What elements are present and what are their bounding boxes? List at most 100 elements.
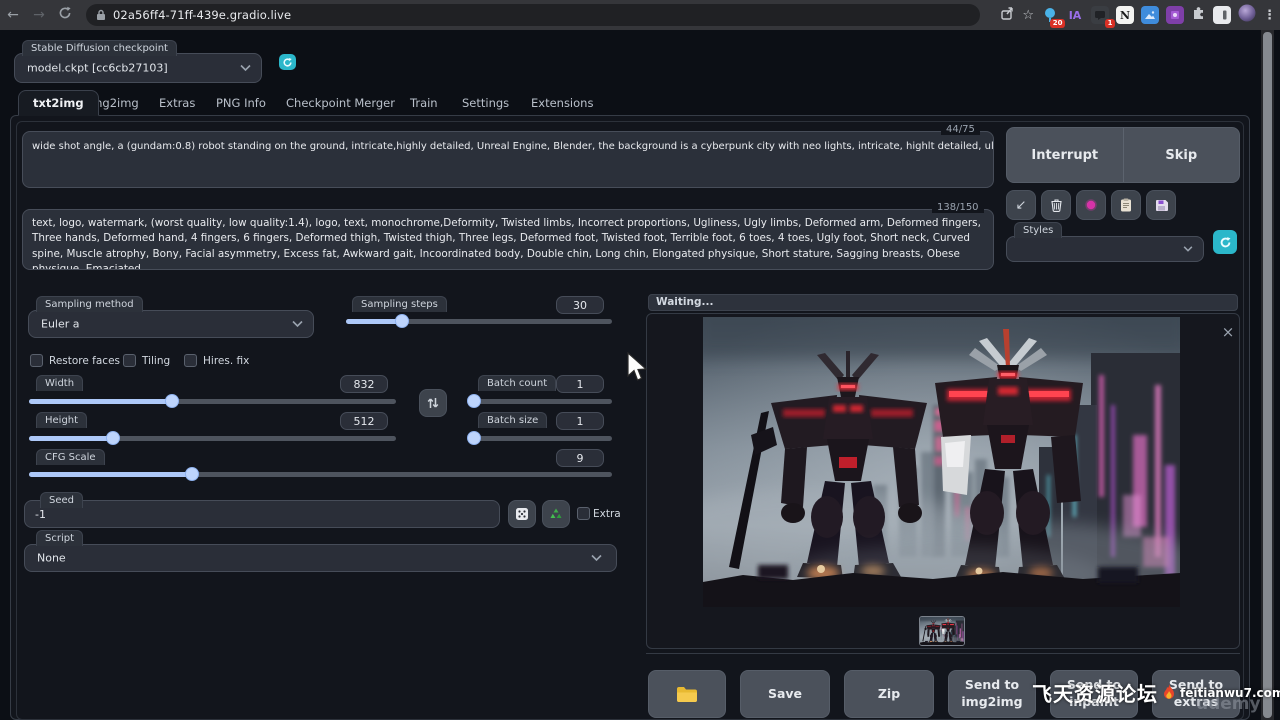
reuse-seed-button[interactable] — [542, 500, 570, 528]
height-input[interactable] — [340, 412, 388, 430]
app-window: ← → 02a56ff4-71ff-439e.gradio.live ☆ 20 … — [0, 0, 1280, 720]
sampling-method-value: Euler a — [41, 318, 80, 331]
open-folder-button[interactable] — [648, 670, 726, 718]
generated-image[interactable] — [703, 317, 1180, 607]
batch-size-label: Batch size — [478, 412, 547, 428]
ext-pin-icon[interactable]: 20 — [1041, 6, 1059, 24]
forum-watermark-url: feitianwu7.com — [1180, 686, 1280, 700]
browser-menu-icon[interactable]: ⋮ — [1263, 8, 1276, 23]
reload-glyph — [58, 6, 72, 20]
page-scrollbar[interactable] — [1263, 32, 1272, 718]
folder-icon — [676, 686, 698, 703]
batch-count-slider[interactable] — [468, 394, 612, 408]
lock-icon — [96, 9, 106, 21]
prompt-textarea[interactable]: wide shot angle, a (gundam:0.8) robot st… — [22, 131, 994, 188]
share-icon[interactable] — [1000, 6, 1015, 25]
extra-seed-label: Extra — [593, 508, 621, 520]
tab-checkpoint-merger[interactable]: Checkpoint Merger — [286, 90, 395, 116]
save-button[interactable]: Save — [740, 670, 830, 718]
styles-label: Styles — [1014, 222, 1062, 238]
refresh-icon — [1219, 236, 1232, 249]
sampling-method-label: Sampling method — [36, 296, 143, 312]
sampling-steps-input[interactable] — [556, 296, 604, 314]
tab-extensions[interactable]: Extensions — [531, 90, 593, 116]
forum-watermark-text: 飞天资源论坛 — [1032, 678, 1158, 707]
width-label: Width — [36, 375, 83, 391]
card-dot-icon — [1084, 198, 1098, 212]
tab-txt2img[interactable]: txt2img — [18, 90, 99, 116]
skip-button[interactable]: Skip — [1124, 128, 1240, 182]
address-bar[interactable]: 02a56ff4-71ff-439e.gradio.live — [86, 4, 980, 26]
chevron-down-icon — [591, 555, 602, 562]
mouse-cursor — [626, 352, 648, 382]
gundam-cyberpunk-render — [920, 617, 964, 645]
extensions-puzzle-icon[interactable] — [1191, 6, 1206, 25]
styles-dropdown[interactable] — [1006, 236, 1204, 262]
batch-size-slider[interactable] — [468, 431, 612, 445]
negative-prompt-text: text, logo, watermark, (worst quality, l… — [23, 210, 993, 270]
tab-extras[interactable]: Extras — [159, 90, 195, 116]
ext-notion-icon[interactable]: N — [1116, 6, 1134, 24]
ext-sidebar-icon[interactable] — [1213, 6, 1231, 24]
paste-params-button[interactable]: ↙ — [1006, 190, 1036, 220]
width-slider[interactable] — [29, 394, 396, 408]
refresh-checkpoint-button[interactable] — [279, 54, 296, 70]
script-dropdown[interactable]: None — [24, 544, 617, 572]
interrupt-button[interactable]: Interrupt — [1007, 128, 1124, 182]
cfg-scale-label: CFG Scale — [36, 449, 105, 465]
apply-styles-button[interactable] — [1111, 190, 1141, 220]
negative-token-counter: 138/150 — [932, 202, 984, 213]
ext-screenshot-icon[interactable] — [1141, 6, 1159, 24]
clear-prompt-button[interactable] — [1041, 190, 1071, 220]
forum-watermark: 飞天资源论坛 feitianwu7.com — [1032, 678, 1280, 707]
height-label: Height — [36, 412, 87, 428]
tab-settings[interactable]: Settings — [462, 90, 509, 116]
swap-arrows-icon — [427, 396, 439, 410]
tab-train[interactable]: Train — [410, 90, 438, 116]
cfg-scale-slider[interactable] — [29, 467, 612, 481]
restore-faces-checkbox[interactable] — [30, 354, 43, 367]
random-seed-button[interactable] — [508, 500, 536, 528]
seed-input[interactable] — [24, 500, 500, 528]
negative-prompt-textarea[interactable]: text, logo, watermark, (worst quality, l… — [22, 209, 994, 270]
bookmark-star-icon[interactable]: ☆ — [1022, 8, 1034, 23]
floppy-disk-icon — [1155, 199, 1168, 212]
ext-chat-icon[interactable]: 1 — [1091, 6, 1109, 24]
output-divider — [646, 653, 1240, 654]
forward-icon[interactable]: → — [26, 7, 52, 23]
sampling-steps-slider[interactable] — [346, 314, 612, 328]
generate-button-group: Interrupt Skip — [1006, 127, 1240, 183]
batch-count-input[interactable] — [556, 375, 604, 393]
reload-icon[interactable] — [52, 6, 78, 24]
recycle-icon — [549, 507, 563, 521]
profile-avatar[interactable] — [1238, 4, 1256, 26]
cfg-scale-input[interactable] — [556, 449, 604, 467]
tiling-checkbox[interactable] — [123, 354, 136, 367]
tab-png-info[interactable]: PNG Info — [216, 90, 266, 116]
height-slider[interactable] — [29, 431, 396, 445]
script-value: None — [37, 552, 66, 565]
ext-onenote-icon[interactable] — [1166, 6, 1184, 24]
gallery-thumbnail[interactable] — [919, 616, 965, 646]
batch-size-input[interactable] — [556, 412, 604, 430]
progress-bar: Waiting... — [648, 294, 1238, 311]
close-icon[interactable]: × — [1220, 324, 1236, 340]
extension-strip: ☆ 20 IA 1 N — [1000, 0, 1276, 30]
swap-dimensions-button[interactable] — [419, 389, 447, 417]
ext-chat-badge: 1 — [1105, 19, 1115, 28]
tiling-label: Tiling — [142, 355, 170, 367]
save-style-button[interactable] — [1146, 190, 1176, 220]
ext-ia-icon[interactable]: IA — [1066, 6, 1084, 24]
sampling-method-dropdown[interactable]: Euler a — [28, 310, 314, 338]
extra-networks-button[interactable] — [1076, 190, 1106, 220]
checkpoint-dropdown[interactable]: model.ckpt [cc6cb27103] — [14, 53, 262, 83]
extra-seed-checkbox[interactable] — [577, 507, 590, 520]
refresh-icon — [282, 57, 293, 68]
hires-fix-checkbox[interactable] — [184, 354, 197, 367]
clipboard-icon — [1120, 198, 1132, 212]
refresh-styles-button[interactable] — [1213, 230, 1237, 254]
width-input[interactable] — [340, 375, 388, 393]
zip-button[interactable]: Zip — [844, 670, 934, 718]
back-icon[interactable]: ← — [0, 7, 26, 23]
send-to-img2img-button[interactable]: Send to img2img — [948, 670, 1036, 718]
